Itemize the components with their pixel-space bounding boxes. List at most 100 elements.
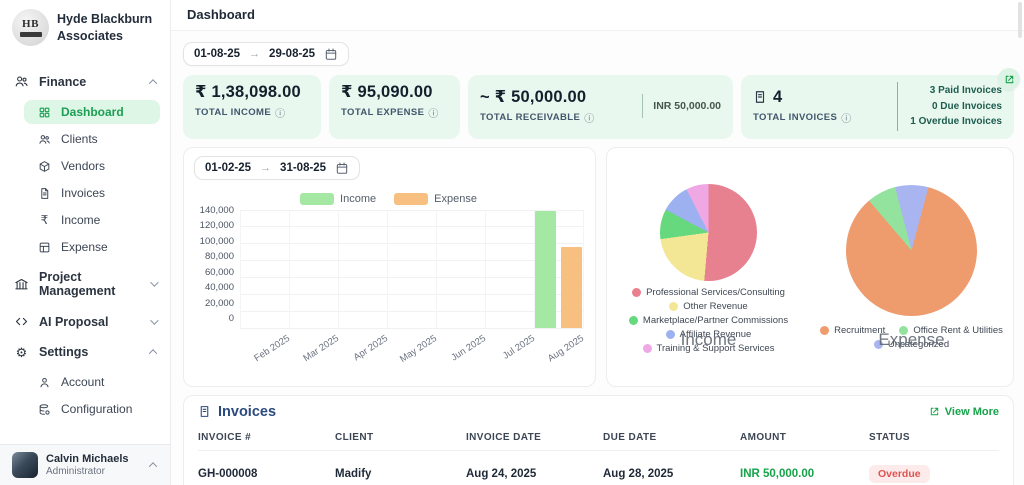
charts-row: 01-02-25 → 31-08-25 Income Expense 140,00… [183, 146, 1014, 387]
pie-legend-item[interactable]: Recruitment [820, 325, 885, 336]
pie-charts-card: Professional Services/Consulting Other Re… [606, 146, 1014, 387]
total-invoices-card: 4 TOTAL INVOICES ⓘ 3 Paid Invoices 0 Due… [741, 68, 1020, 139]
legend-dot [632, 287, 642, 297]
pie-legend-item[interactable]: Affiliate Revenue [665, 329, 751, 340]
pie-expense-legend: Recruitment Office Rent & Utilities Uncate… [814, 325, 1010, 350]
chevron-down-icon [150, 315, 159, 325]
item-label: Account [61, 375, 105, 389]
brand: HB Hyde Blackburn Associates [0, 0, 170, 56]
user-menu[interactable]: Calvin Michaels Administrator [0, 444, 170, 485]
status: Overdue [869, 455, 999, 485]
sidebar-item-expense[interactable]: Expense [24, 235, 160, 259]
sidebar-group-finance[interactable]: Finance [0, 66, 170, 97]
stats-row: ₹ 1,38,098.00 TOTAL INCOME ⓘ ₹ 95,090.00… [183, 68, 1020, 139]
group-label: Project Management [39, 270, 116, 298]
invoices-panel-title: Invoices [198, 404, 276, 420]
legend-dot [642, 343, 652, 353]
total-invoices-value: 4 [753, 88, 852, 107]
pie-legend-item[interactable]: Marketplace/Partner Commissions [628, 315, 788, 326]
scrollbar-thumb[interactable] [1018, 2, 1022, 38]
logo-monogram: HB [22, 17, 39, 30]
table-row[interactable]: GH-000008 Madify Aug 24, 2025 Aug 28, 2025 I… [198, 455, 999, 485]
summary-date-range[interactable]: 01-08-25 → 29-08-25 [183, 42, 350, 66]
gear-icon: ⚙ [15, 344, 28, 360]
building-icon [15, 278, 28, 289]
legend-swatch [394, 192, 429, 205]
client-name: Madify [335, 455, 466, 485]
total-receivable-value: ~ ₹ 50,000.00 [480, 88, 587, 107]
sidebar-item-dashboard[interactable]: Dashboard [24, 100, 160, 124]
invoice-breakdown: 3 Paid Invoices 0 Due Invoices 1 Overdue… [897, 82, 1002, 131]
logo-band [19, 31, 42, 37]
sidebar-item-income[interactable]: ₹ Income [24, 208, 160, 232]
calendar-icon [325, 48, 337, 60]
x-axis-label: May 2025 [397, 332, 439, 365]
sidebar-group-project-management[interactable]: Project Management [0, 262, 170, 306]
info-icon[interactable]: ⓘ [841, 110, 851, 125]
chart-date-range[interactable]: 01-02-25 → 31-08-25 [194, 155, 361, 180]
page-title: Dashboard [171, 0, 1024, 31]
pie-legend-item[interactable]: Office Rent & Utilities [899, 325, 1003, 336]
sidebar-item-clients[interactable]: Clients [24, 127, 160, 151]
chevron-up-icon [148, 349, 158, 358]
sidebar-group-ai-proposal[interactable]: AI Proposal [0, 306, 170, 337]
legend-item-expense[interactable]: Expense [394, 192, 477, 205]
paid-invoices-count: 3 Paid Invoices [929, 85, 1002, 96]
legend-item-income[interactable]: Income [300, 192, 376, 205]
total-expense-value: ₹ 95,090.00 [341, 83, 433, 101]
sidebar-item-vendors[interactable]: Vendors [24, 154, 160, 178]
arrow-icon: → [249, 48, 261, 60]
invoice-date: Aug 24, 2025 [466, 455, 603, 485]
sidebar-item-configuration[interactable]: Configuration [24, 397, 160, 421]
open-invoices-button[interactable] [998, 68, 1020, 90]
pie-legend-item[interactable]: Uncategorized [873, 339, 949, 350]
config-database-icon [39, 403, 50, 415]
due-invoices-count: 0 Due Invoices [931, 100, 1002, 112]
pie-legend-item[interactable]: Training & Support Services [642, 343, 774, 354]
receivable-inr-note: INR 50,000.00 [642, 94, 721, 119]
bar-legend: Income Expense [194, 192, 583, 205]
info-icon[interactable]: ⓘ [428, 105, 438, 120]
total-receivable-card: ~ ₹ 50,000.00 TOTAL RECEIVABLE ⓘ INR 50,… [468, 75, 733, 139]
status-badge: Overdue [869, 464, 930, 483]
bar-plot [240, 209, 584, 329]
group-label: Finance [39, 74, 87, 89]
y-axis-tick: 140,000 [199, 204, 234, 216]
pie-legend-item[interactable]: Other Revenue [669, 301, 748, 312]
item-label: Clients [61, 132, 98, 146]
bar-x-axis: Feb 2025 Mar 2025 Apr 2025 May 2025 Jun 2025… [240, 328, 586, 374]
people-icon [15, 76, 28, 87]
sidebar-item-account[interactable]: Account [24, 370, 160, 394]
vendors-box-icon [39, 160, 50, 172]
item-label: Income [61, 213, 101, 227]
bar-expense [561, 247, 582, 328]
info-icon[interactable]: ⓘ [584, 110, 594, 125]
company-name: Hyde Blackburn Associates [57, 12, 153, 43]
pie-income-chart [660, 183, 757, 281]
calendar-icon [336, 162, 348, 174]
overdue-invoices-count: 1 Overdue Invoices [910, 116, 1002, 127]
sidebar-nav: Finance Dashboard Clients Vendors Invoic… [0, 56, 170, 444]
total-income-value: ₹ 1,38,098.00 [195, 83, 301, 101]
amount: INR 50,000.00 [740, 455, 869, 485]
column-header: AMOUNT [740, 424, 869, 451]
invoice-rows: GH-000008 Madify Aug 24, 2025 Aug 28, 2025 I… [198, 455, 999, 485]
legend-dot [820, 325, 830, 335]
sidebar: HB Hyde Blackburn Associates Finance Das… [0, 0, 171, 485]
clients-icon [39, 134, 50, 144]
sidebar-item-invoices[interactable]: Invoices [24, 181, 160, 205]
y-axis-tick: 0 [228, 313, 234, 324]
x-axis-label: Mar 2025 [301, 332, 341, 364]
x-axis-label: Feb 2025 [252, 332, 292, 364]
info-icon[interactable]: ⓘ [275, 105, 285, 120]
pie-legend-item[interactable]: Professional Services/Consulting [632, 287, 785, 298]
invoice-doc-icon [200, 406, 209, 417]
sidebar-group-settings[interactable]: ⚙ Settings [0, 337, 170, 367]
code-icon [15, 317, 28, 326]
range-end: 29-08-25 [269, 48, 316, 60]
invoice-doc-icon [41, 187, 49, 199]
legend-dot [899, 325, 909, 335]
total-income-card: ₹ 1,38,098.00 TOTAL INCOME ⓘ [183, 75, 321, 139]
user-role: Administrator [46, 466, 105, 478]
view-more-link[interactable]: View More [929, 406, 999, 418]
